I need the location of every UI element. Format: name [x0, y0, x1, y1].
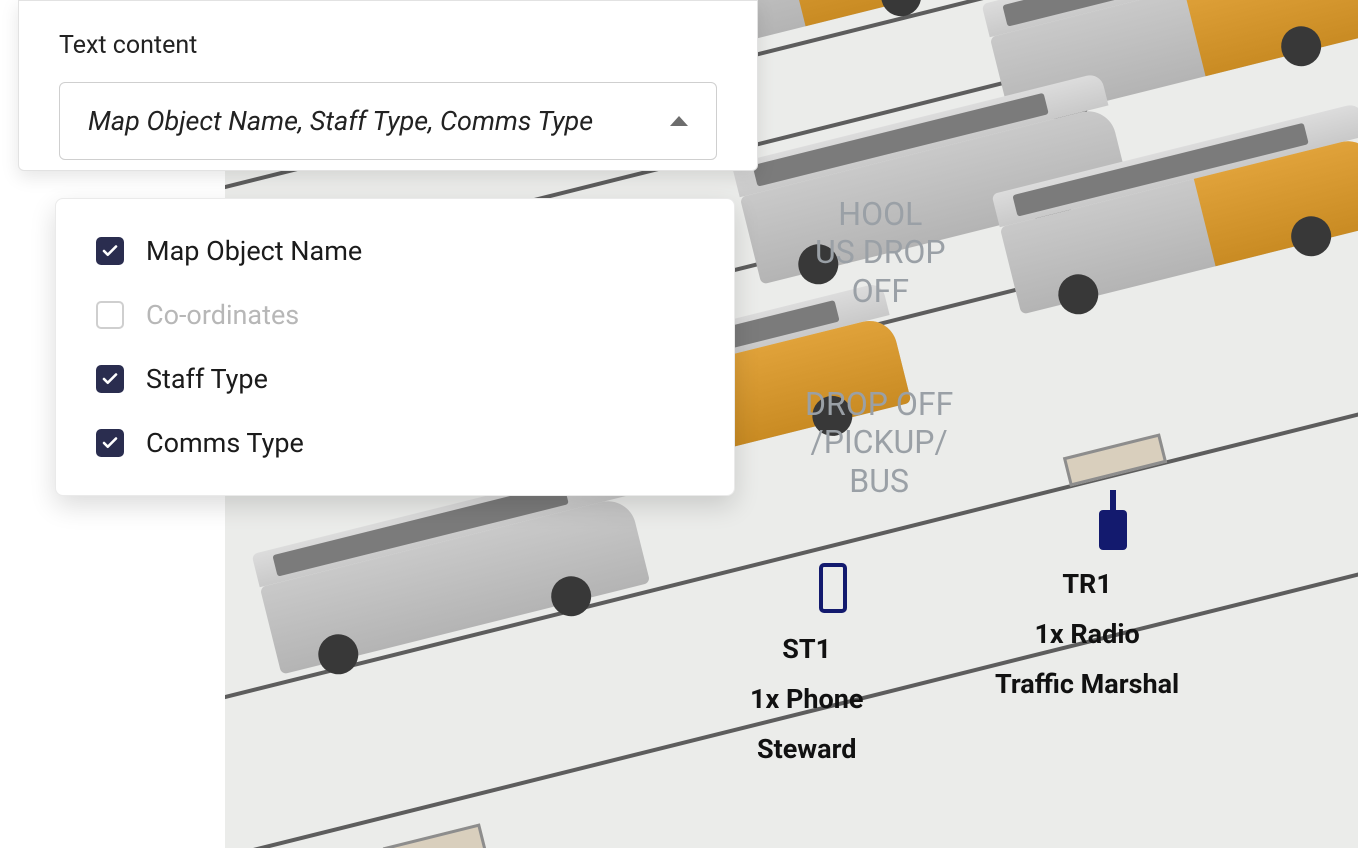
option-co-ordinates: Co-ordinates: [56, 283, 734, 347]
chevron-up-icon: [670, 116, 688, 126]
option-label: Co-ordinates: [146, 299, 299, 331]
checkbox-icon: [96, 365, 124, 393]
option-comms-type[interactable]: Comms Type: [56, 411, 734, 475]
panel-title: Text content: [59, 31, 717, 60]
option-staff-type[interactable]: Staff Type: [56, 347, 734, 411]
staff-comms: 1x Phone: [750, 683, 863, 715]
staff-comms: 1x Radio: [995, 618, 1179, 650]
checkbox-icon: [96, 301, 124, 329]
staff-marker-tr1[interactable]: TR1 1x Radio Traffic Marshal: [995, 470, 1179, 700]
option-label: Map Object Name: [146, 235, 362, 267]
staff-role: Traffic Marshal: [995, 668, 1179, 700]
staff-role: Steward: [750, 733, 863, 765]
select-summary: Map Object Name, Staff Type, Comms Type: [88, 105, 593, 137]
staff-id: ST1: [750, 633, 863, 665]
phone-icon: [819, 563, 847, 613]
staff-marker-st1[interactable]: ST1 1x Phone Steward: [750, 535, 863, 765]
option-label: Staff Type: [146, 363, 268, 395]
checkbox-icon: [96, 429, 124, 457]
staff-id: TR1: [995, 568, 1179, 600]
person-icon: [767, 535, 813, 615]
radio-icon: [1099, 490, 1127, 550]
text-content-options: Map Object Name Co-ordinates Staff Type …: [55, 198, 735, 496]
option-label: Comms Type: [146, 427, 304, 459]
checkbox-icon: [96, 237, 124, 265]
text-content-panel: Text content Map Object Name, Staff Type…: [18, 0, 758, 171]
option-map-object-name[interactable]: Map Object Name: [56, 219, 734, 283]
text-content-select[interactable]: Map Object Name, Staff Type, Comms Type: [59, 82, 717, 160]
person-icon: [1047, 470, 1093, 550]
